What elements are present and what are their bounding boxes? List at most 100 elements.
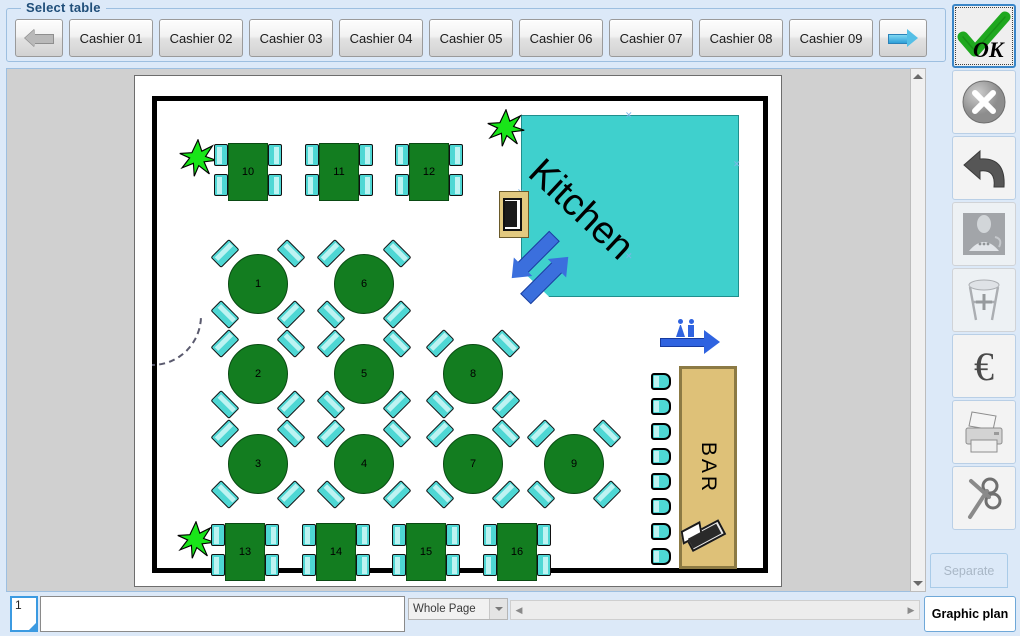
table-8[interactable]: 8	[425, 329, 521, 419]
table-16[interactable]: 16	[483, 523, 551, 585]
bar-stool[interactable]	[651, 423, 671, 440]
table-label: 3	[228, 434, 288, 494]
handle-marker: ✕	[733, 159, 741, 169]
print-button[interactable]	[952, 400, 1016, 464]
horizontal-scrollbar[interactable]: ◀ ▶	[510, 600, 920, 620]
vertical-scrollbar[interactable]	[910, 68, 926, 592]
table-selection-window: Select table Cashier 01 Cashier 02 Cashi…	[0, 0, 1020, 636]
cashier-tab-02[interactable]: Cashier 02	[159, 19, 243, 57]
cashier-tab-01[interactable]: Cashier 01	[69, 19, 153, 57]
table-label: 14	[316, 523, 356, 581]
restroom-sign	[660, 319, 726, 355]
table-2[interactable]: 2	[210, 329, 306, 419]
bar-stool[interactable]	[651, 448, 671, 465]
table-label: 10	[228, 143, 268, 201]
door-swing	[152, 316, 204, 372]
bar-stool-group	[651, 373, 675, 573]
bar-stool[interactable]	[651, 398, 671, 415]
table-11[interactable]: 11	[305, 143, 373, 205]
arrow-left-icon	[25, 29, 54, 47]
floorplan-canvas[interactable]: Kitchen ✕ ✕ ✕ ✕	[6, 68, 916, 592]
cashier-tab-07[interactable]: Cashier 07	[609, 19, 693, 57]
svg-text:OK: OK	[973, 37, 1005, 61]
tab-graphic-plan[interactable]: Graphic plan	[924, 596, 1016, 632]
table-5[interactable]: 5	[316, 329, 412, 419]
table-13[interactable]: 13	[211, 523, 279, 585]
table-4[interactable]: 4	[316, 419, 412, 509]
table-label: 13	[225, 523, 265, 581]
waiter-button[interactable]	[952, 202, 1016, 266]
cancel-button[interactable]	[952, 70, 1016, 134]
chevron-down-icon[interactable]	[489, 599, 507, 619]
plant-icon	[179, 139, 217, 177]
table-label: 1	[228, 254, 288, 314]
cut-button[interactable]	[952, 466, 1016, 530]
plant-icon	[177, 521, 215, 559]
table-3[interactable]: 3	[210, 419, 306, 509]
euro-icon: €	[974, 343, 994, 389]
scroll-left-button[interactable]: ◀	[511, 605, 527, 616]
cashier-tab-05[interactable]: Cashier 05	[429, 19, 513, 57]
tab-separate[interactable]: Separate	[930, 553, 1008, 588]
scroll-down-button[interactable]	[911, 576, 925, 591]
restaurant-room: Kitchen ✕ ✕ ✕ ✕	[152, 96, 768, 581]
table-14[interactable]: 14	[302, 523, 370, 585]
page-mode-value: Whole Page	[413, 603, 476, 615]
table-label: 16	[497, 523, 537, 581]
bar-label: BAR	[697, 441, 720, 494]
table-label: 9	[544, 434, 604, 494]
kitchen-door-arrows	[501, 221, 581, 311]
table-6[interactable]: 6	[316, 239, 412, 329]
barstool-button[interactable]	[952, 268, 1016, 332]
triangle-up-icon	[913, 74, 923, 79]
table-9[interactable]: 9	[526, 419, 622, 509]
cashier-tabbar: Cashier 01 Cashier 02 Cashier 03 Cashier…	[15, 19, 927, 57]
page-number-indicator[interactable]: 1	[10, 596, 38, 632]
next-page-button[interactable]	[879, 19, 927, 57]
command-input[interactable]	[40, 596, 405, 632]
page-number-value: 1	[12, 598, 36, 630]
handle-marker: ✕	[625, 110, 633, 120]
table-label: 8	[443, 344, 503, 404]
table-1[interactable]: 1	[210, 239, 306, 329]
plant-icon	[487, 109, 525, 147]
bar-stool[interactable]	[651, 523, 671, 540]
bar-stool[interactable]	[651, 373, 671, 390]
arrow-right-icon	[888, 29, 918, 47]
bar-stool[interactable]	[651, 498, 671, 515]
cashier-tab-06[interactable]: Cashier 06	[519, 19, 603, 57]
female-figure-icon	[676, 319, 685, 337]
table-label: 6	[334, 254, 394, 314]
bar-stool[interactable]	[651, 548, 671, 565]
payment-button[interactable]: €	[952, 334, 1016, 398]
triangle-down-icon	[913, 581, 923, 586]
table-15[interactable]: 15	[392, 523, 460, 585]
table-label: 12	[409, 143, 449, 201]
previous-page-button[interactable]	[15, 19, 63, 57]
cashier-tab-03[interactable]: Cashier 03	[249, 19, 333, 57]
table-label: 15	[406, 523, 446, 581]
table-7[interactable]: 7	[425, 419, 521, 509]
cashier-tab-08[interactable]: Cashier 08	[699, 19, 783, 57]
table-label: 5	[334, 344, 394, 404]
cashier-tab-09[interactable]: Cashier 09	[789, 19, 873, 57]
scroll-up-button[interactable]	[911, 69, 925, 84]
scroll-right-button[interactable]: ▶	[903, 605, 919, 616]
male-figure-icon	[688, 319, 694, 337]
table-label: 4	[334, 434, 394, 494]
action-toolbar: OK €	[952, 4, 1018, 532]
bar-stool[interactable]	[651, 473, 671, 490]
bar-counter[interactable]: BAR	[679, 366, 737, 569]
ok-button[interactable]: OK	[952, 4, 1016, 68]
table-label: 11	[319, 143, 359, 201]
group-legend: Select table	[21, 0, 106, 15]
table-label: 2	[228, 344, 288, 404]
table-label: 7	[443, 434, 503, 494]
floorplan-page: Kitchen ✕ ✕ ✕ ✕	[134, 75, 782, 587]
select-table-group: Select table Cashier 01 Cashier 02 Cashi…	[6, 0, 946, 62]
table-10[interactable]: 10	[214, 143, 282, 205]
undo-button[interactable]	[952, 136, 1016, 200]
page-mode-dropdown[interactable]: Whole Page	[408, 598, 508, 620]
table-12[interactable]: 12	[395, 143, 463, 205]
cashier-tab-04[interactable]: Cashier 04	[339, 19, 423, 57]
